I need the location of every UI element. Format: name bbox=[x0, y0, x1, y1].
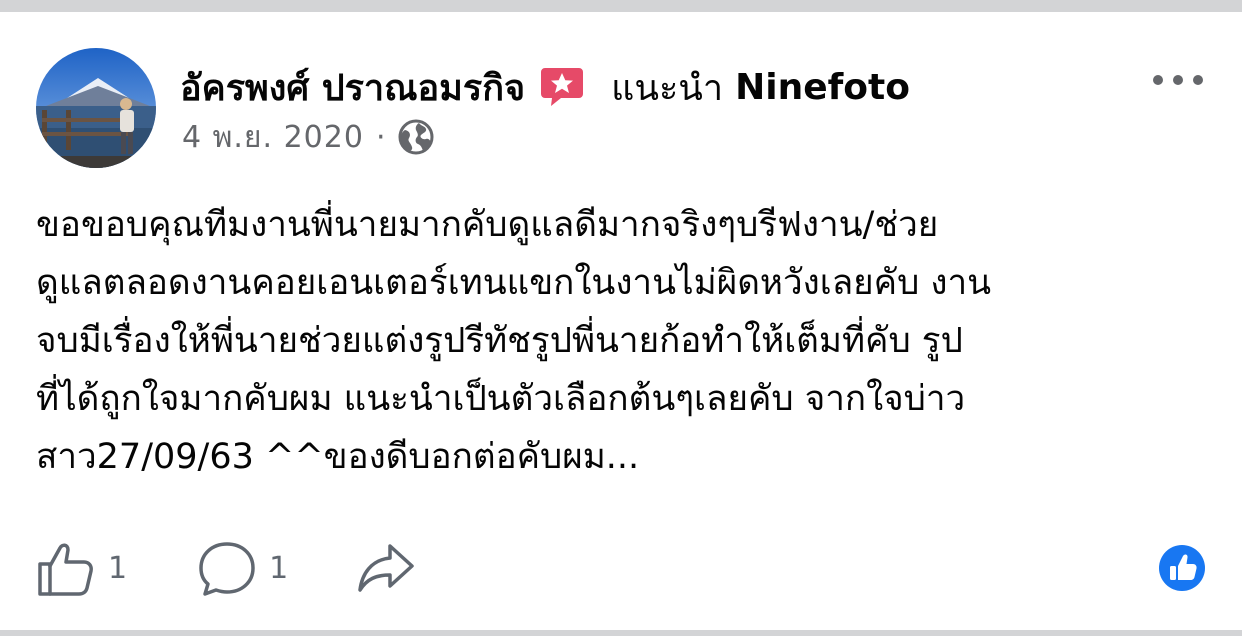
meta-separator: · bbox=[375, 119, 386, 155]
more-options-button[interactable] bbox=[1148, 62, 1208, 102]
post-card: อัครพงศ์ ปราณอมรกิจ แนะนำ Ninefoto 4 พ.ย… bbox=[0, 12, 1242, 630]
like-reaction-icon bbox=[1159, 545, 1205, 591]
post-text-line: จบมีเรื่องให้พี่นายช่วยแต่งรูปรีทัชรูปพี… bbox=[36, 321, 963, 361]
like-count: 1 bbox=[108, 550, 128, 586]
share-button[interactable] bbox=[356, 538, 416, 598]
globe-icon bbox=[397, 118, 435, 156]
avatar-photo bbox=[36, 48, 156, 168]
post-text-line: สาว27/09/63 ^^ของดีบอกต่อคับผม... bbox=[36, 437, 640, 477]
reaction-like-badge[interactable] bbox=[1158, 544, 1206, 592]
post-text-line: ขอขอบคุณทีมงานพี่นายมากคับดูแลดีมากจริงๆ… bbox=[36, 205, 939, 245]
share-arrow-icon bbox=[358, 544, 414, 592]
post-timestamp[interactable]: 4 พ.ย. 2020 bbox=[182, 114, 364, 161]
like-button[interactable]: 1 bbox=[36, 538, 127, 598]
avatar[interactable] bbox=[36, 48, 156, 168]
recommend-star-icon bbox=[539, 66, 585, 108]
author-name[interactable]: อัครพงศ์ ปราณอมรกิจ bbox=[180, 59, 525, 116]
post-text-line: ดูแลตลอดงานคอยเอนเตอร์เทนแขกในงานไม่ผิดห… bbox=[36, 263, 992, 303]
recommended-page-name[interactable]: Ninefoto bbox=[735, 67, 910, 108]
post-text-line: ที่ได้ถูกใจมากคับผม แนะนำเป็นตัวเลือกต้น… bbox=[36, 379, 966, 419]
thumbs-up-icon bbox=[38, 543, 93, 596]
recommend-text: แนะนำ bbox=[611, 67, 724, 109]
post-text: ขอขอบคุณทีมงานพี่นายมากคับดูแลดีมากจริงๆ… bbox=[36, 196, 1206, 486]
post-meta: 4 พ.ย. 2020 · bbox=[182, 116, 435, 158]
more-dots-icon bbox=[1153, 75, 1203, 85]
post-actions: 1 1 bbox=[36, 538, 416, 598]
post-header: อัครพงศ์ ปราณอมรกิจ แนะนำ Ninefoto bbox=[180, 62, 910, 112]
comment-button[interactable]: 1 bbox=[197, 538, 288, 598]
comment-count: 1 bbox=[269, 550, 289, 586]
comment-bubble-icon bbox=[199, 542, 255, 596]
